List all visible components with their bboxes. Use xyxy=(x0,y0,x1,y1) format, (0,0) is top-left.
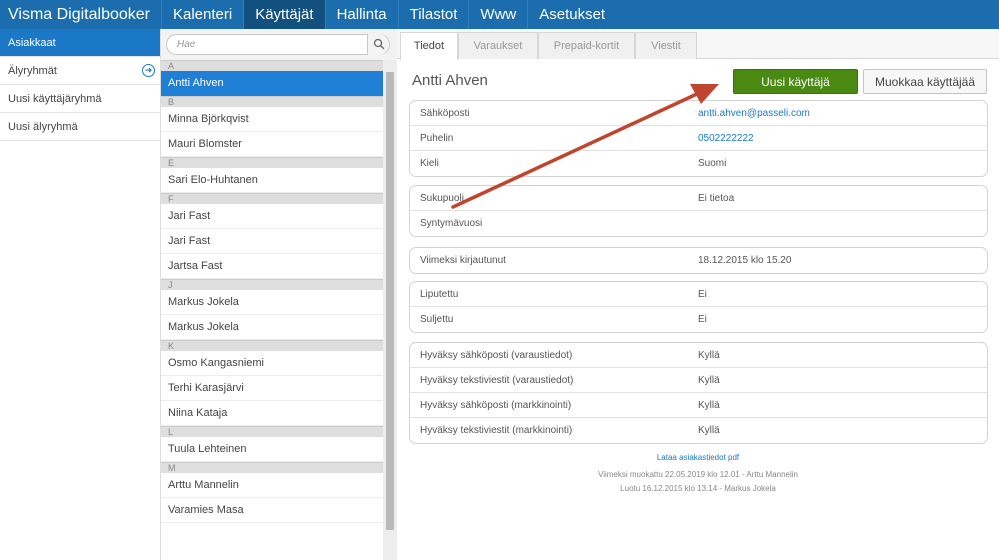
letter-header-m: M xyxy=(161,462,383,473)
detail-row: Hyväksy tekstiviestit (varaustiedot) Kyll… xyxy=(410,368,987,393)
detail-value: Ei xyxy=(698,314,707,325)
detail-value: Ei tietoa xyxy=(698,193,735,204)
search-input[interactable] xyxy=(177,37,367,52)
detail-value: Kyllä xyxy=(698,400,720,411)
nav-tilastot[interactable]: Tilastot xyxy=(397,0,469,29)
edit-user-button[interactable]: Muokkaa käyttäjää xyxy=(863,69,987,94)
detail-value: 18.12.2015 klo 15.20 xyxy=(698,255,792,266)
detail-row: Viimeksi kirjautunut 18.12.2015 klo 15.20 xyxy=(410,248,987,273)
customer-list-item[interactable]: Mauri Blomster xyxy=(161,132,383,157)
sidebar-item-uusi-alyryhma[interactable]: Uusi älyryhmä xyxy=(0,113,160,141)
detail-row: Liputettu Ei xyxy=(410,282,987,307)
detail-label: Hyväksy tekstiviestit (varaustiedot) xyxy=(420,375,574,386)
sidebar: Asiakkaat Älyryhmät ➜ Uusi käyttäjäryhmä… xyxy=(0,29,161,560)
consent-panel: Hyväksy sähköposti (varaustiedot) Kyllä Hy… xyxy=(409,342,988,444)
detail-row: Sähköposti antti.ahven@passeli.com xyxy=(410,101,987,126)
list-scrollbar[interactable] xyxy=(383,60,397,560)
detail-label: Hyväksy tekstiviestit (markkinointi) xyxy=(420,425,573,436)
detail-value[interactable]: antti.ahven@passeli.com xyxy=(698,101,810,126)
customer-list-item[interactable]: Minna Björkqvist xyxy=(161,107,383,132)
arrow-right-circle-icon[interactable]: ➜ xyxy=(142,64,155,77)
tab-tiedot[interactable]: Tiedot xyxy=(400,32,458,60)
download-pdf-link[interactable]: Lataa asiakastiedot pdf xyxy=(397,453,999,462)
customer-list-item[interactable]: Markus Jokela xyxy=(161,315,383,340)
detail-row: Sukupuoli Ei tietoa xyxy=(410,186,987,211)
customer-list-item[interactable]: Markus Jokela xyxy=(161,290,383,315)
customer-list-panel: AAntti AhvenBMinna BjörkqvistMauri Bloms… xyxy=(161,29,397,560)
tab-bar: Tiedot Varaukset Prepaid-kortit Viestit xyxy=(397,29,999,60)
status-panel: Liputettu Ei Suljettu Ei xyxy=(409,281,988,333)
detail-row: Puhelin 0502222222 xyxy=(410,126,987,151)
detail-row: Suljettu Ei xyxy=(410,307,987,332)
sidebar-item-uusi-kayttajaryhma[interactable]: Uusi käyttäjäryhmä xyxy=(0,85,160,113)
customer-list-item[interactable]: Sari Elo-Huhtanen xyxy=(161,168,383,193)
detail-label: Liputettu xyxy=(420,289,459,300)
detail-value[interactable]: 0502222222 xyxy=(698,126,754,151)
customer-detail: Tiedot Varaukset Prepaid-kortit Viestit … xyxy=(397,29,999,560)
detail-label: Sähköposti xyxy=(420,108,470,119)
tab-prepaid-kortit[interactable]: Prepaid-kortit xyxy=(538,32,635,59)
detail-row: Syntymävuosi xyxy=(410,211,987,236)
new-user-button[interactable]: Uusi käyttäjä xyxy=(733,69,858,94)
customer-list-item[interactable]: Osmo Kangasniemi xyxy=(161,351,383,376)
tab-viestit[interactable]: Viestit xyxy=(635,32,697,59)
detail-label: Viimeksi kirjautunut xyxy=(420,255,506,266)
detail-value: Kyllä xyxy=(698,375,720,386)
customer-list-item[interactable]: Niina Kataja xyxy=(161,401,383,426)
detail-label: Hyväksy sähköposti (varaustiedot) xyxy=(420,350,573,361)
letter-header-a: A xyxy=(161,60,383,71)
detail-label: Puhelin xyxy=(420,133,454,144)
tab-varaukset[interactable]: Varaukset xyxy=(458,32,538,59)
sidebar-item-label: Älyryhmät xyxy=(8,65,57,77)
detail-label: Hyväksy sähköposti (markkinointi) xyxy=(420,400,572,411)
detail-value: Ei xyxy=(698,289,707,300)
detail-value: Suomi xyxy=(698,158,727,169)
app-brand[interactable]: Visma Digitalbooker xyxy=(0,0,161,29)
detail-row: Kieli Suomi xyxy=(410,151,987,176)
nav-asetukset[interactable]: Asetukset xyxy=(527,0,616,29)
letter-header-k: K xyxy=(161,340,383,351)
letter-header-b: B xyxy=(161,96,383,107)
scrollbar-thumb[interactable] xyxy=(386,72,394,530)
detail-row: Hyväksy sähköposti (varaustiedot) Kyllä xyxy=(410,343,987,368)
search-box xyxy=(166,34,390,55)
nav-www[interactable]: Www xyxy=(468,0,527,29)
nav-kayttajat[interactable]: Käyttäjät xyxy=(243,0,325,29)
customer-list-item[interactable]: Antti Ahven xyxy=(161,71,383,96)
detail-label: Syntymävuosi xyxy=(420,218,483,229)
detail-value: Kyllä xyxy=(698,350,720,361)
sidebar-item-asiakkaat[interactable]: Asiakkaat xyxy=(0,29,160,57)
detail-label: Sukupuoli xyxy=(420,193,464,204)
detail-row: Hyväksy tekstiviestit (markkinointi) Kyll… xyxy=(410,418,987,443)
customer-list-item[interactable]: Varamies Masa xyxy=(161,498,383,523)
modified-info: Viimeksi muokattu 22.05.2019 klo 12.01 -… xyxy=(598,470,798,479)
created-info: Luotu 16.12.2015 klo 13.14 - Markus Joke… xyxy=(620,484,776,493)
sidebar-item-alyryhmat[interactable]: Älyryhmät ➜ xyxy=(0,57,160,85)
personal-info-panel: Sukupuoli Ei tietoa Syntymävuosi xyxy=(409,185,988,237)
letter-header-j: J xyxy=(161,279,383,290)
contact-info-panel: Sähköposti antti.ahven@passeli.com Puhelin… xyxy=(409,100,988,177)
customer-name: Antti Ahven xyxy=(412,72,488,89)
customer-list-item[interactable]: Jartsa Fast xyxy=(161,254,383,279)
customer-list: A Antti Ahven B Minna Björkqvist Mauri Bloms… xyxy=(161,60,383,560)
letter-header-l: L xyxy=(161,426,383,437)
search-button[interactable] xyxy=(367,34,389,55)
detail-value: Kyllä xyxy=(698,425,720,436)
customer-list-item[interactable]: Arttu Mannelin xyxy=(161,473,383,498)
top-nav-bar: Visma Digitalbooker Kalenteri Käyttäjät … xyxy=(0,0,999,29)
letter-header-f: F xyxy=(161,193,383,204)
customer-list-item[interactable]: Jari Fast xyxy=(161,229,383,254)
detail-row: Hyväksy sähköposti (markkinointi) Kyllä xyxy=(410,393,987,418)
letter-header-e: E xyxy=(161,157,383,168)
customer-list-item[interactable]: Tuula Lehteinen xyxy=(161,437,383,462)
customer-list-item[interactable]: Terhi Karasjärvi xyxy=(161,376,383,401)
detail-label: Kieli xyxy=(420,158,439,169)
detail-label: Suljettu xyxy=(420,314,454,325)
search-icon xyxy=(373,38,385,50)
customer-list-item[interactable]: Jari Fast xyxy=(161,204,383,229)
nav-hallinta[interactable]: Hallinta xyxy=(324,0,398,29)
nav-kalenteri[interactable]: Kalenteri xyxy=(161,0,243,29)
last-login-panel: Viimeksi kirjautunut 18.12.2015 klo 15.20 xyxy=(409,247,988,274)
